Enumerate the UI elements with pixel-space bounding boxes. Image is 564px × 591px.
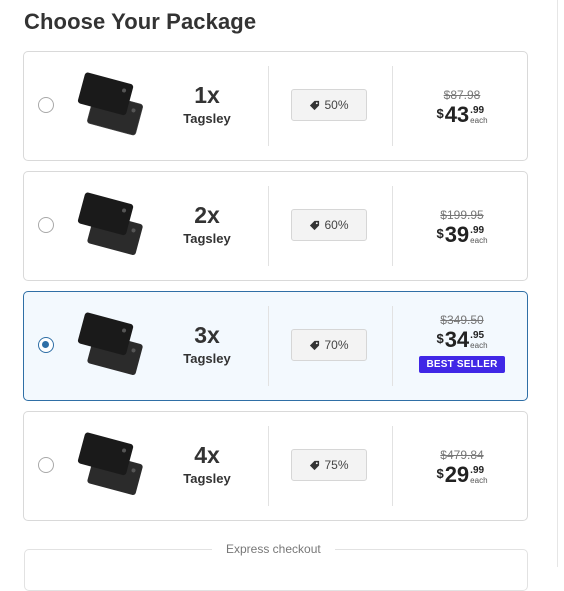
original-price: $87.98 (443, 88, 481, 102)
express-checkout-label: Express checkout (212, 542, 335, 556)
package-product-name: Tagsley (183, 351, 231, 366)
sale-price: $ 43 .99 each (436, 103, 487, 127)
discount-value: 75% (324, 458, 349, 472)
price-whole: 43 (444, 102, 470, 127)
product-card-image (76, 312, 146, 376)
price-cents: .99 (470, 225, 485, 236)
divider (392, 306, 393, 386)
discount-value: 60% (324, 218, 349, 232)
package-option-2[interactable]: 2x Tagsley 60% $199.95 $ 39 .99 each (23, 171, 528, 281)
divider (268, 66, 269, 146)
price-cents: .99 (470, 465, 485, 476)
price-each-label: each (470, 341, 488, 350)
price-whole: 39 (444, 222, 470, 247)
price-each-label: each (470, 476, 488, 485)
page-edge-divider (557, 0, 558, 567)
product-card-image (76, 432, 146, 496)
package-quantity: 4x (194, 442, 220, 468)
price-each-label: each (470, 116, 488, 125)
package-option-1[interactable]: 1x Tagsley 50% $87.98 $ 43 .99 each (23, 51, 528, 161)
discount-pill: 75% (291, 449, 367, 481)
product-card-image (76, 72, 146, 136)
package-product-name: Tagsley (183, 111, 231, 126)
divider (268, 186, 269, 266)
tag-icon (310, 220, 320, 230)
price-each-label: each (470, 236, 488, 245)
package-radio-3[interactable] (38, 337, 54, 353)
divider (392, 66, 393, 146)
price-whole: 34 (444, 327, 470, 352)
package-radio-2[interactable] (38, 217, 54, 233)
currency-symbol: $ (436, 466, 444, 481)
original-price: $199.95 (440, 208, 484, 222)
currency-symbol: $ (436, 106, 444, 121)
best-seller-badge: BEST SELLER (419, 356, 505, 373)
package-quantity: 3x (194, 322, 220, 348)
package-option-4[interactable]: 4x Tagsley 75% $479.84 $ 29 .99 each (23, 411, 528, 521)
product-card-image (76, 192, 146, 256)
price-box: $199.95 $ 39 .99 each (396, 208, 528, 247)
page-title: Choose Your Package (24, 9, 257, 34)
sale-price: $ 34 .95 each (436, 328, 487, 352)
price-whole: 29 (444, 462, 470, 487)
currency-symbol: $ (436, 331, 444, 346)
divider (392, 186, 393, 266)
original-price: $349.50 (440, 313, 484, 327)
price-box: $349.50 $ 34 .95 each BEST SELLER (396, 313, 528, 373)
divider (268, 426, 269, 506)
original-price: $479.84 (440, 448, 484, 462)
currency-symbol: $ (436, 226, 444, 241)
tag-icon (310, 340, 320, 350)
package-quantity: 2x (194, 202, 220, 228)
discount-pill: 70% (291, 329, 367, 361)
discount-pill: 60% (291, 209, 367, 241)
price-cents: .99 (470, 105, 485, 116)
discount-pill: 50% (291, 89, 367, 121)
discount-value: 50% (324, 98, 349, 112)
package-quantity: 1x (194, 82, 220, 108)
price-box: $479.84 $ 29 .99 each (396, 448, 528, 487)
package-product-name: Tagsley (183, 471, 231, 486)
discount-value: 70% (324, 338, 349, 352)
sale-price: $ 39 .99 each (436, 223, 487, 247)
tag-icon (310, 100, 320, 110)
package-option-3[interactable]: 3x Tagsley 70% $349.50 $ 34 .95 each BES… (23, 291, 528, 401)
tag-icon (310, 460, 320, 470)
divider (392, 426, 393, 506)
price-box: $87.98 $ 43 .99 each (396, 88, 528, 127)
package-product-name: Tagsley (183, 231, 231, 246)
package-radio-4[interactable] (38, 457, 54, 473)
divider (268, 306, 269, 386)
sale-price: $ 29 .99 each (436, 463, 487, 487)
price-cents: .95 (470, 330, 485, 341)
package-radio-1[interactable] (38, 97, 54, 113)
